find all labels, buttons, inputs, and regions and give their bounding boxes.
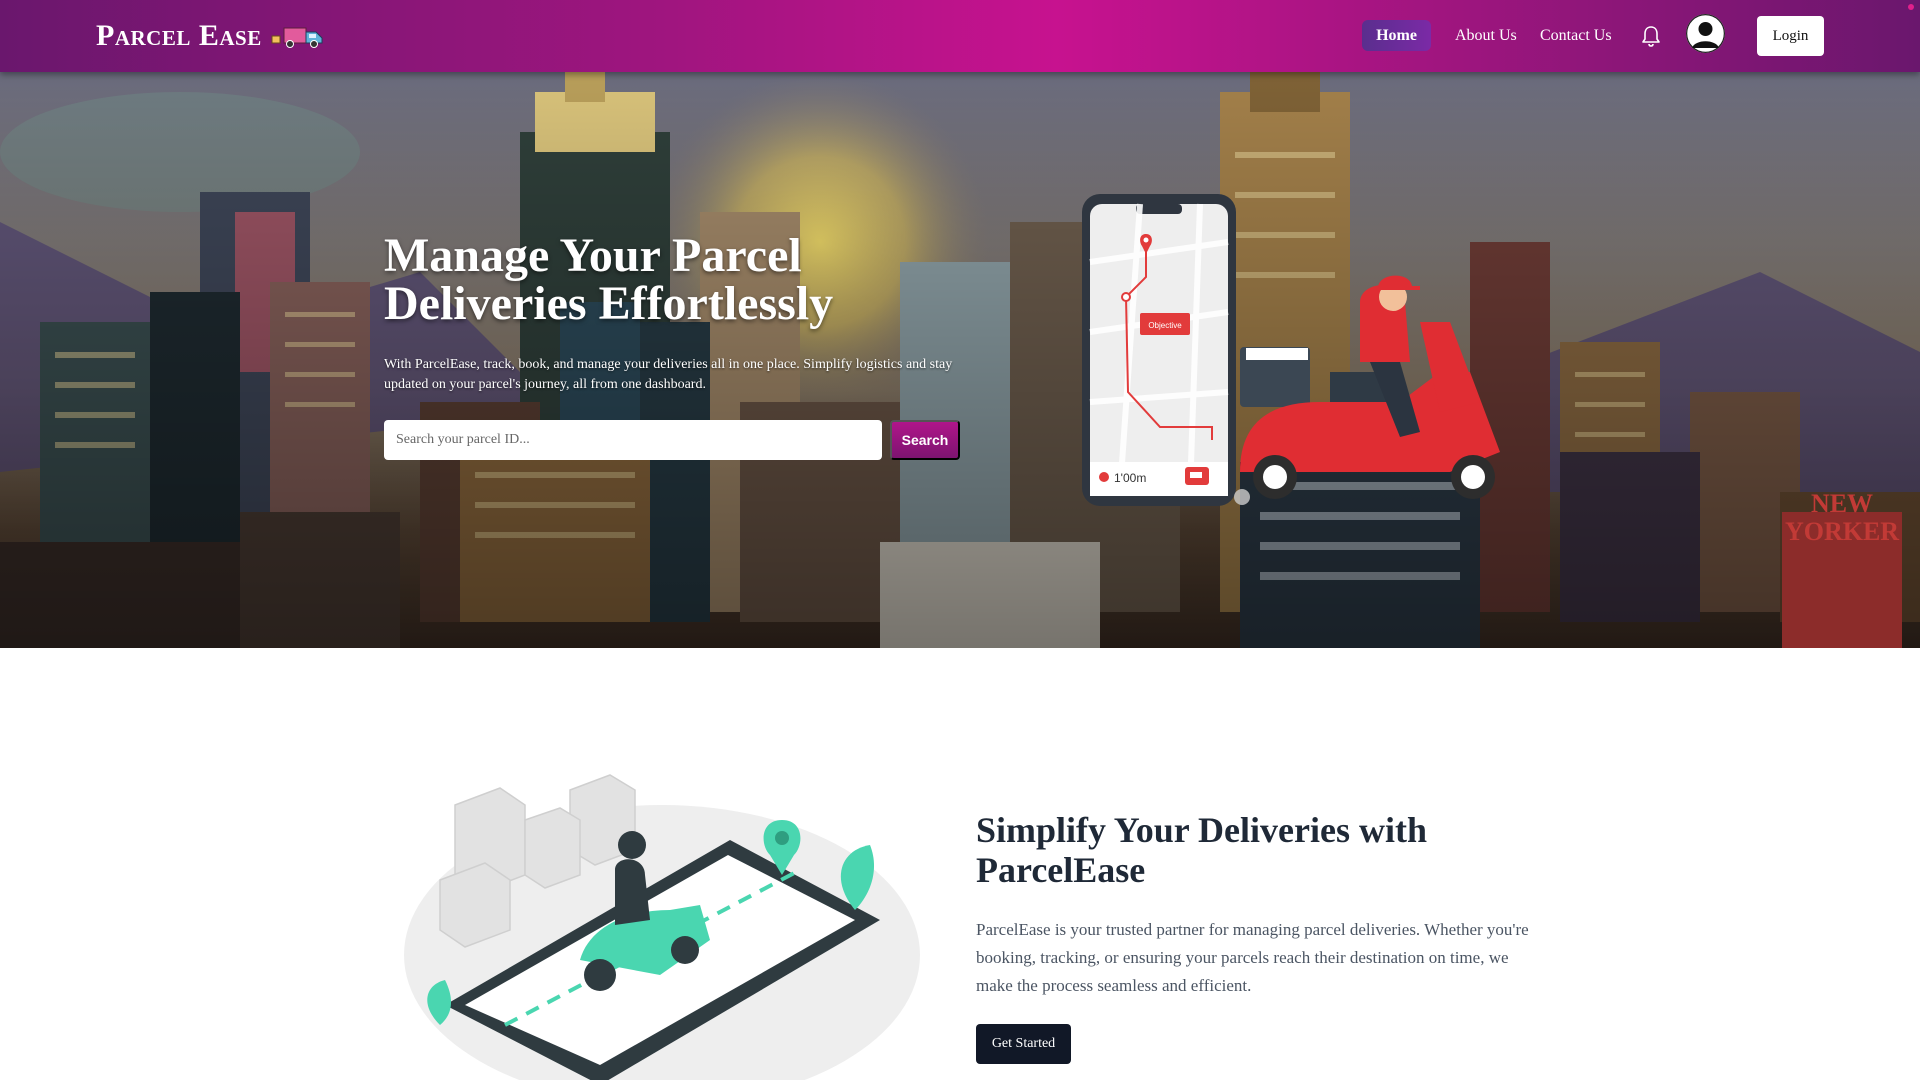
phone-objective-tag: Objective [1148,321,1182,330]
billboard-line2: YORKER [1785,517,1899,546]
hero-title: Manage Your Parcel Deliveries Effortless… [384,229,834,330]
about-title: Simplify Your Deliveries with ParcelEase [976,810,1427,890]
user-avatar-icon[interactable] [1686,14,1725,53]
search-button[interactable]: Search [890,420,960,460]
navbar: Parcel Ease Home About Us Contact Us Log… [0,0,1920,72]
about-text: ParcelEase is your trusted partner for m… [976,920,1529,995]
chat-icon [1185,467,1209,485]
hero-section: NEW YORKER Objective 1'00m Manage Your P… [0,72,1920,648]
nav-links: Home About Us Contact Us Login [0,0,1920,72]
bell-icon[interactable] [1640,24,1662,48]
nav-home-link[interactable]: Home [1362,20,1431,51]
phone-illustration: Objective 1'00m [1082,194,1236,506]
delivery-illustration [404,774,920,1080]
nav-contact-link[interactable]: Contact Us [1540,20,1612,51]
billboard-line1: NEW [1811,489,1873,518]
hero-description: With ParcelEase, track, book, and manage… [384,357,953,392]
login-button[interactable]: Login [1757,16,1824,56]
corner-indicator [1908,4,1914,10]
nav-about-link[interactable]: About Us [1455,20,1517,51]
parcel-search-input[interactable] [384,420,882,460]
get-started-button[interactable]: Get Started [976,1024,1071,1064]
phone-distance: 1'00m [1114,471,1146,485]
